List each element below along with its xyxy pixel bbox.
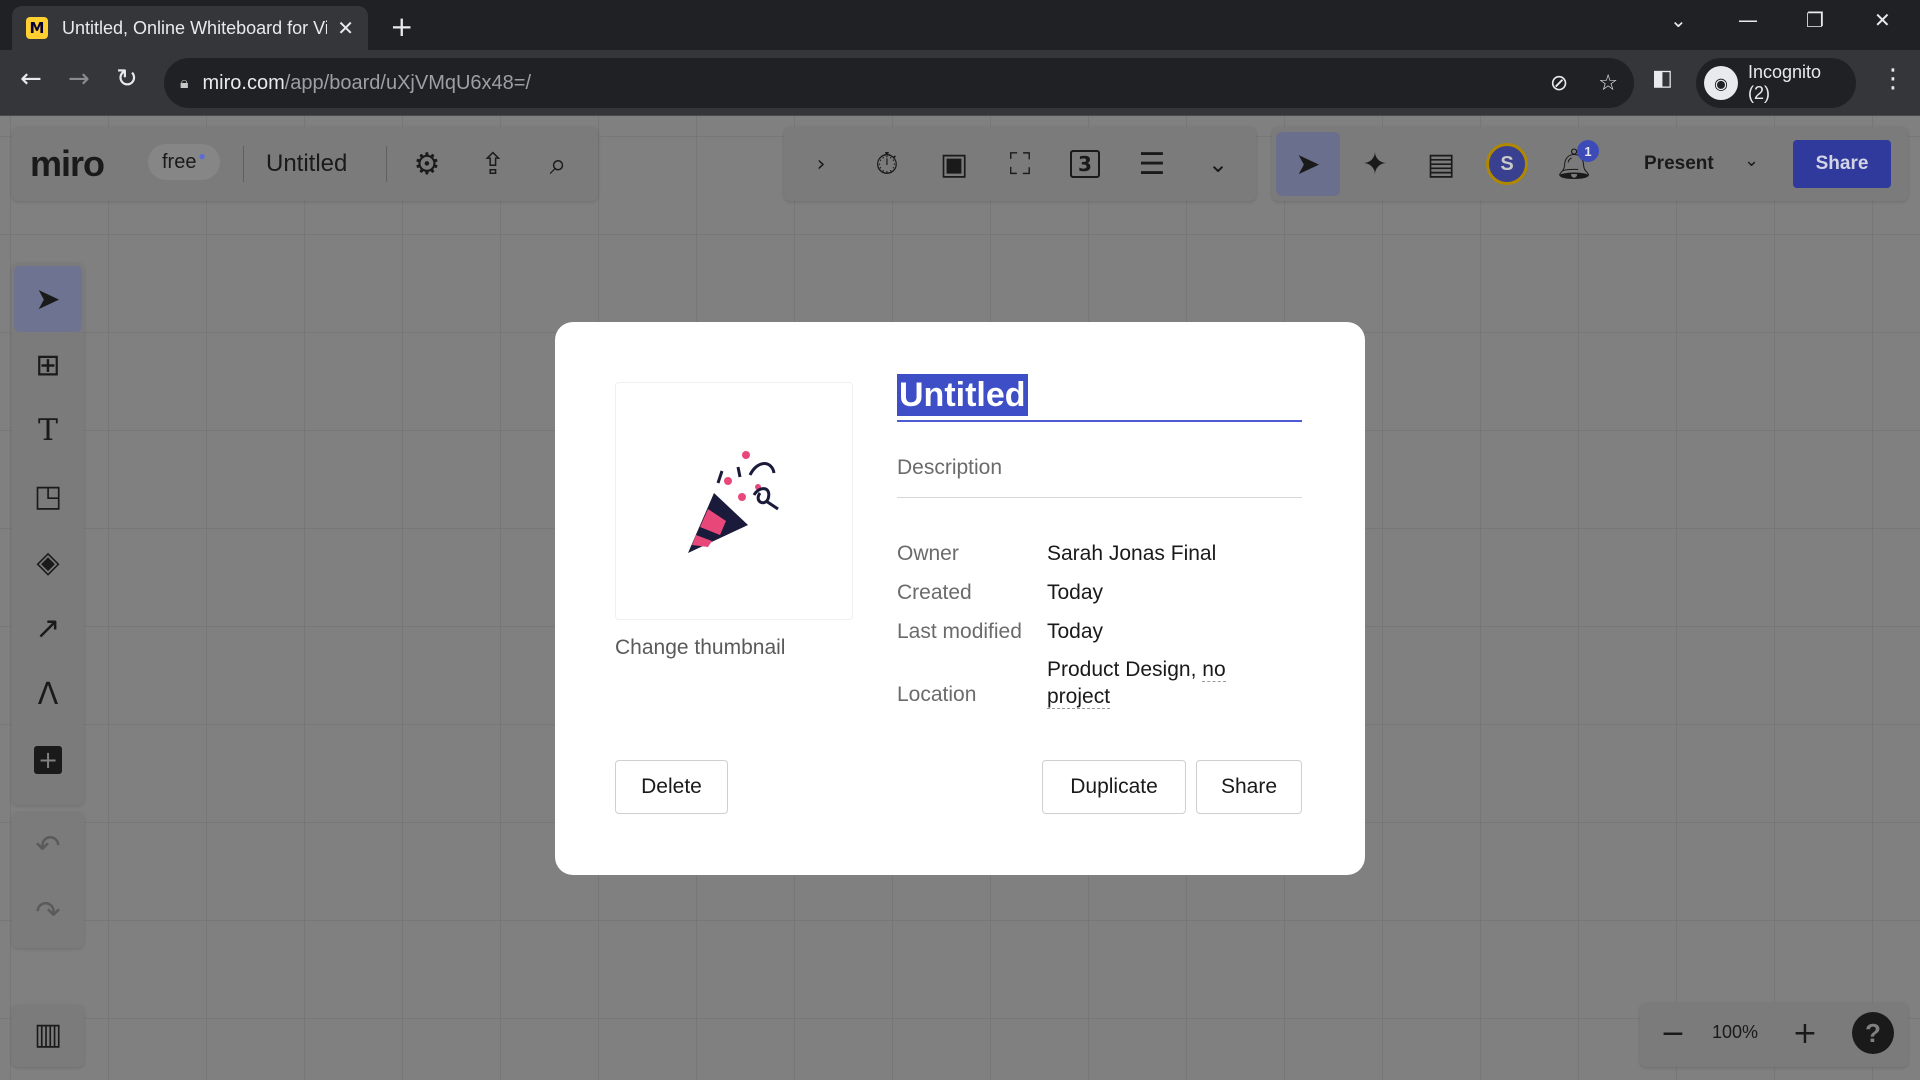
browser-tab[interactable]: M Untitled, Online Whiteboard for Visual… — [12, 6, 368, 50]
lock-icon: 🔒︎ — [180, 73, 189, 92]
incognito-icon: ◉ — [1704, 66, 1738, 100]
new-tab-icon[interactable]: + — [390, 10, 413, 43]
description-field[interactable]: Description — [897, 456, 1302, 498]
timer-icon[interactable]: ⏱ — [866, 143, 908, 185]
select-tool-icon[interactable]: ➤ — [14, 266, 82, 332]
notification-badge: 1 — [1577, 140, 1599, 162]
browser-menu-icon[interactable]: ⋮ — [1880, 64, 1906, 94]
plan-badge[interactable]: free ● — [148, 144, 220, 180]
miro-favicon-icon: M — [26, 17, 48, 39]
last-modified-label: Last modified — [897, 620, 1022, 643]
plan-badge-label: free — [162, 150, 197, 173]
eye-off-icon[interactable]: ⊘ — [1550, 71, 1568, 96]
redo-icon[interactable]: ↷ — [24, 888, 72, 936]
created-label: Created — [897, 581, 972, 604]
window-close-icon[interactable]: ✕ — [1874, 8, 1891, 32]
browser-tab-strip: M Untitled, Online Whiteboard for Visual… — [0, 0, 1920, 50]
restore-icon[interactable]: ❐ — [1806, 8, 1824, 32]
shapes-icon[interactable]: ◈ — [24, 538, 72, 586]
side-panel-icon[interactable]: ◧ — [1652, 66, 1673, 91]
expand-chevron-icon[interactable]: › — [800, 143, 842, 185]
add-apps-plus-icon[interactable]: + — [24, 736, 72, 784]
export-upload-icon[interactable]: ⇪ — [472, 143, 514, 185]
more-tools-chevron-icon[interactable]: ⌄ — [1197, 143, 1239, 185]
avatar[interactable]: S — [1486, 143, 1528, 185]
connection-line-icon[interactable]: ↗ — [24, 604, 72, 652]
voting-counter-icon[interactable]: 3 — [1064, 143, 1106, 185]
frames-sidebar-icon[interactable]: ▥ — [24, 1010, 72, 1058]
tab-search-chevron-icon[interactable]: ⌄ — [1670, 8, 1687, 32]
back-icon[interactable]: ← — [20, 64, 42, 94]
created-value: Today — [1047, 581, 1104, 604]
delete-button[interactable]: Delete — [615, 760, 728, 814]
forward-icon[interactable]: → — [68, 64, 90, 94]
last-modified-value: Today — [1047, 620, 1104, 643]
location-value: Product Design, no project — [1047, 656, 1267, 710]
zoom-in-icon[interactable]: + — [1784, 1012, 1826, 1054]
url-path: /app/board/uXjVMqU6x48=/ — [284, 71, 532, 94]
duplicate-button[interactable]: Duplicate — [1042, 760, 1186, 814]
video-chat-icon[interactable]: ▣ — [933, 143, 975, 185]
reactions-party-icon[interactable]: ✦ — [1354, 143, 1396, 185]
url-host: miro.com — [202, 71, 285, 94]
present-options-chevron-icon[interactable]: ⌄ — [1744, 150, 1759, 171]
miro-logo[interactable]: miro — [30, 143, 105, 185]
text-tool-icon[interactable]: T — [24, 406, 72, 454]
board-title[interactable]: Untitled — [266, 150, 347, 178]
zoom-out-icon[interactable]: − — [1652, 1012, 1694, 1054]
location-team: Product Design, — [1047, 658, 1197, 681]
screen-capture-icon[interactable]: ⛶ — [999, 143, 1041, 185]
comments-icon[interactable]: ▤ — [1420, 143, 1462, 185]
address-bar[interactable]: 🔒︎ miro.com /app/board/uXjVMqU6x48=/ ⊘ ☆ — [164, 58, 1634, 108]
plan-dot-icon: ● — [198, 149, 206, 163]
add-apps-plus-glyph: + — [34, 746, 62, 774]
share-board-button[interactable]: Share — [1793, 140, 1891, 188]
profile-label: Incognito (2) — [1747, 62, 1822, 103]
location-label: Location — [897, 683, 977, 706]
owner-label: Owner — [897, 542, 959, 565]
tab-title: Untitled, Online Whiteboard for Visual C… — [62, 17, 327, 38]
incognito-profile-button[interactable]: ◉ Incognito (2) — [1696, 58, 1856, 108]
bookmark-star-icon[interactable]: ☆ — [1598, 71, 1618, 96]
pen-icon[interactable]: Λ — [24, 670, 72, 718]
zoom-level[interactable]: 100% — [1712, 1022, 1758, 1043]
change-thumbnail-link[interactable]: Change thumbnail — [615, 636, 785, 660]
divider — [386, 146, 387, 182]
board-title-input[interactable]: Untitled — [897, 370, 1302, 422]
party-popper-icon — [688, 451, 779, 553]
templates-icon[interactable]: ⊞ — [24, 341, 72, 389]
browser-navbar: ← → ↻ 🔒︎ miro.com /app/board/uXjVMqU6x48… — [0, 50, 1920, 116]
undo-icon[interactable]: ↶ — [24, 822, 72, 870]
share-button[interactable]: Share — [1196, 760, 1302, 814]
board-info-dialog: Change thumbnail Untitled Description Ow… — [555, 322, 1365, 875]
search-icon[interactable]: ⌕ — [537, 143, 579, 185]
owner-value: Sarah Jonas Final — [1047, 542, 1217, 565]
cursor-flag-icon: ➤ — [1295, 146, 1321, 182]
settings-gear-icon[interactable]: ⚙ — [406, 143, 448, 185]
board-title-selected-text: Untitled — [897, 374, 1028, 416]
divider — [243, 146, 244, 182]
notes-icon[interactable]: ☰ — [1131, 143, 1173, 185]
present-button[interactable]: Present — [1624, 140, 1760, 188]
help-button[interactable]: ? — [1852, 1012, 1894, 1054]
voting-counter-value: 3 — [1070, 150, 1100, 178]
minimize-icon[interactable]: — — [1738, 8, 1758, 32]
tab-close-icon[interactable]: ✕ — [337, 16, 354, 40]
reload-icon[interactable]: ↻ — [116, 64, 138, 94]
sticky-note-icon[interactable]: ◳ — [24, 472, 72, 520]
board-thumbnail[interactable] — [615, 382, 853, 620]
